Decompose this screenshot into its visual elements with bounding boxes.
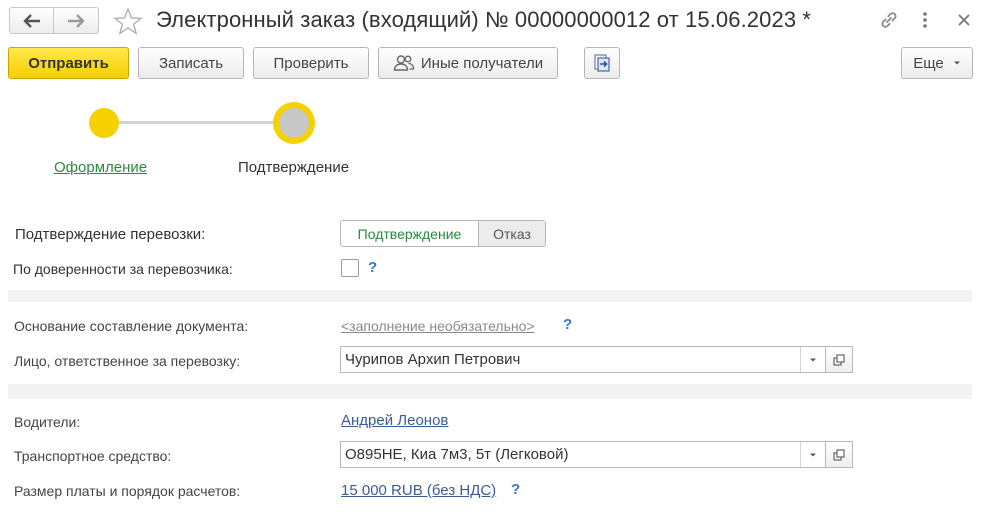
arrow-right-icon (68, 13, 85, 28)
close-icon[interactable] (957, 10, 971, 30)
transport-confirm-toggle[interactable]: Подтверждение Отказ (340, 220, 546, 247)
star-icon[interactable] (113, 7, 143, 36)
vehicle-value[interactable]: О895НЕ, Киа 7м3, 5т (Легковой) (341, 446, 800, 463)
other-recipients-button[interactable]: Иные получатели (378, 47, 558, 79)
other-recipients-label: Иные получатели (420, 54, 544, 72)
refuse-option[interactable]: Отказ (479, 221, 545, 246)
users-icon (393, 55, 415, 71)
vehicle-label: Транспортное средство: (14, 448, 172, 464)
arrow-left-icon (22, 13, 40, 28)
step-link-formalization[interactable]: Оформление (54, 159, 147, 176)
step-dot-current (273, 102, 315, 144)
step-connector (104, 121, 294, 124)
caret-down-icon (810, 453, 816, 456)
by-proxy-checkbox[interactable] (341, 259, 359, 277)
payment-help[interactable]: ? (511, 481, 520, 498)
more-button[interactable]: Еще (901, 47, 973, 79)
more-label: Еще (913, 54, 944, 72)
forward-button[interactable] (54, 7, 99, 34)
caret-down-icon (810, 358, 816, 361)
drivers-link[interactable]: Андрей Леонов (341, 412, 448, 429)
responsible-person-label: Лицо, ответственное за перевозку: (14, 353, 241, 369)
section-divider (8, 384, 972, 399)
write-button[interactable]: Записать (138, 47, 244, 79)
document-basis-help[interactable]: ? (563, 316, 572, 333)
check-button[interactable]: Проверить (253, 47, 369, 79)
responsible-person-dropdown[interactable] (800, 347, 825, 372)
vehicle-field[interactable]: О895НЕ, Киа 7м3, 5т (Легковой) (340, 441, 826, 468)
send-button[interactable]: Отправить (8, 47, 129, 79)
back-button[interactable] (9, 7, 54, 34)
section-divider (8, 290, 972, 302)
more-vertical-icon[interactable] (921, 10, 929, 30)
document-basis-link[interactable]: <заполнение необязательно> (341, 318, 535, 334)
link-icon[interactable] (878, 10, 900, 30)
step-dot-done (89, 108, 119, 138)
payment-label: Размер платы и порядок расчетов: (14, 483, 241, 499)
open-window-icon (833, 353, 845, 366)
caret-down-icon (953, 61, 960, 65)
document-basis-label: Основание составление документа: (14, 318, 249, 334)
vehicle-dropdown[interactable] (800, 442, 825, 467)
responsible-person-field[interactable]: Чурипов Архип Петрович (340, 346, 826, 373)
document-exchange-icon (594, 54, 610, 72)
exchange-button[interactable] (584, 47, 620, 79)
confirm-option[interactable]: Подтверждение (341, 221, 479, 246)
by-proxy-help[interactable]: ? (368, 259, 377, 276)
drivers-label: Водители: (14, 414, 81, 430)
open-window-icon (833, 448, 845, 461)
by-proxy-label: По доверенности за перевозчика: (13, 261, 233, 277)
step-label-confirmation: Подтверждение (238, 159, 350, 176)
responsible-person-value[interactable]: Чурипов Архип Петрович (341, 351, 800, 368)
window-title: Электронный заказ (входящий) № 000000000… (156, 7, 812, 32)
payment-link[interactable]: 15 000 RUB (без НДС) (341, 482, 496, 499)
transport-confirm-label: Подтверждение перевозки: (15, 226, 206, 243)
vehicle-open-button[interactable] (826, 441, 853, 468)
responsible-person-open-button[interactable] (826, 346, 853, 373)
